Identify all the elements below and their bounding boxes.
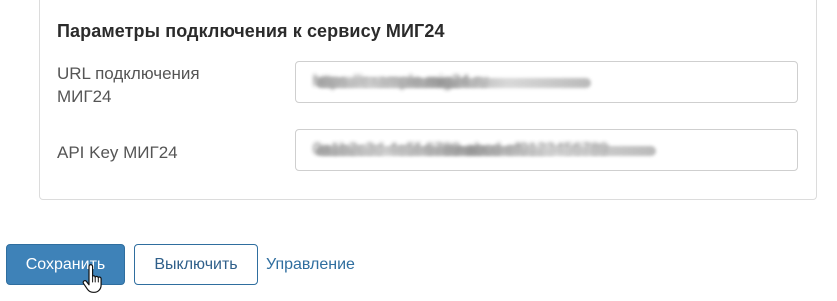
manage-link[interactable]: Управление [266,256,355,274]
api-key-field-label: API Key МИГ24 [57,143,178,162]
api-key-input[interactable]: 0a1b2c3d-4e5f-6789-abcd-ef0123456789 [295,129,798,171]
save-button[interactable]: Сохранить [6,244,125,285]
url-input[interactable]: https://example.mig24.ru [295,61,798,103]
connection-settings-panel: Параметры подключения к сервису МИГ24 UR… [39,0,817,200]
redaction-blur [316,78,591,88]
url-label-line2: МИГ24 [57,87,112,106]
url-field-label: URL подключения МИГ24 [57,62,257,108]
integration-settings-page: Параметры подключения к сервису МИГ24 UR… [0,0,837,301]
redaction-blur [316,146,656,156]
hand-pointer-icon [82,264,102,293]
panel-title: Параметры подключения к сервису МИГ24 [57,21,445,41]
disable-button[interactable]: Выключить [134,244,258,285]
url-label-line1: URL подключения [57,64,200,83]
